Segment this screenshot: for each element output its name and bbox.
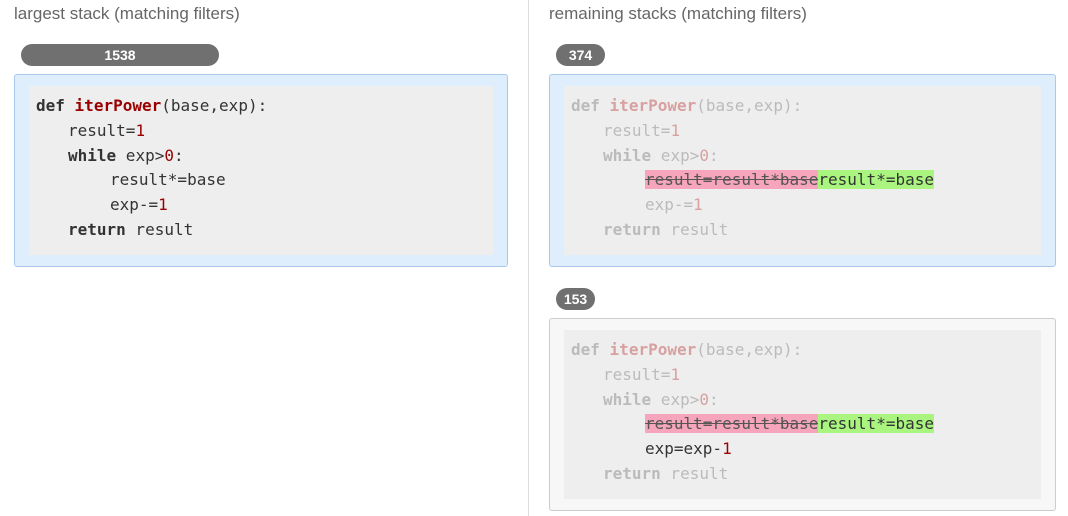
- stack-count-badge[interactable]: 153: [556, 288, 595, 310]
- code-line: return result: [603, 219, 729, 239]
- code-line-diff: result=result*baseresult*=base: [571, 412, 1041, 437]
- code-line: return result: [603, 463, 729, 483]
- code-line: while exp>0:: [603, 145, 719, 165]
- code-line: result=1: [68, 120, 146, 140]
- code-line: return result: [68, 219, 194, 239]
- code-line: def iterPower(base,exp):: [36, 96, 268, 115]
- inserted-code: result*=base: [818, 414, 934, 434]
- code-line: while exp>0:: [68, 145, 184, 165]
- code-block: def iterPower(base,exp): result=1 while …: [29, 86, 493, 255]
- code-line: def iterPower(base,exp):: [571, 340, 803, 359]
- code-block: def iterPower(base,exp): result=1 while …: [564, 330, 1041, 499]
- deleted-code: result=result*base: [645, 414, 819, 434]
- stack-card[interactable]: def iterPower(base,exp): result=1 while …: [549, 74, 1056, 267]
- code-line: exp-=1: [645, 195, 703, 214]
- deleted-code: result=result*base: [645, 170, 819, 190]
- code-line: def iterPower(base,exp):: [571, 96, 803, 115]
- stack-count-badge[interactable]: 374: [556, 44, 605, 66]
- code-line: result=1: [603, 364, 681, 384]
- code-line: exp-=1: [110, 195, 168, 214]
- column-divider: [528, 0, 529, 516]
- code-line: result=1: [603, 120, 681, 140]
- largest-stack-title: largest stack (matching filters): [14, 4, 240, 23]
- code-line-diff: result=result*baseresult*=base: [571, 168, 1041, 193]
- remaining-stacks-title: remaining stacks (matching filters): [549, 4, 807, 23]
- stack-card[interactable]: def iterPower(base,exp): result=1 while …: [549, 318, 1056, 511]
- largest-stack-card[interactable]: def iterPower(base,exp): result=1 while …: [14, 74, 508, 267]
- stack-count-badge[interactable]: 1538: [21, 44, 219, 66]
- code-block: def iterPower(base,exp): result=1 while …: [564, 86, 1041, 255]
- code-line-changed: exp=exp-1: [645, 439, 732, 458]
- inserted-code: result*=base: [818, 170, 934, 190]
- code-line: result*=base: [110, 170, 226, 190]
- code-line: while exp>0:: [603, 389, 719, 409]
